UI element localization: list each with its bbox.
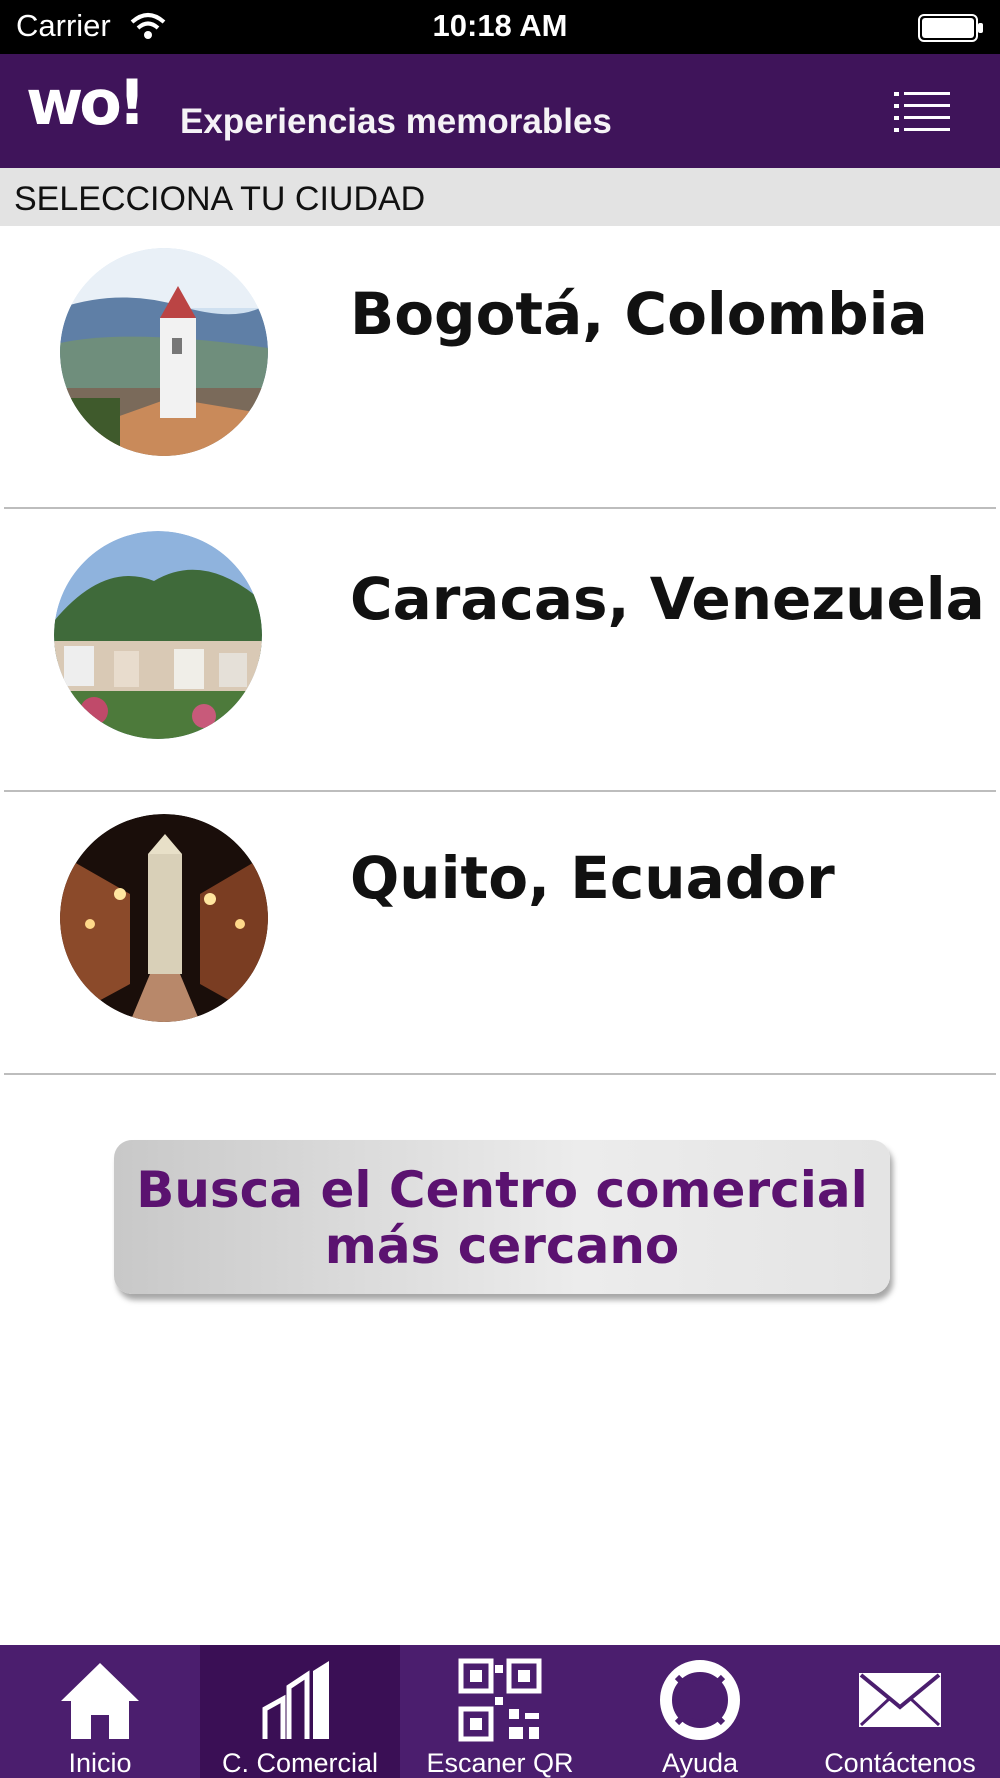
tab-ayuda[interactable]: Ayuda	[600, 1645, 800, 1778]
building-icon	[262, 1661, 329, 1739]
lifebuoy-icon	[660, 1660, 740, 1740]
city-row-bogota[interactable]: Bogotá, Colombia	[0, 226, 1000, 509]
tab-bar: Inicio C. Comercial Escaner QR Ayuda Con…	[0, 1645, 1000, 1778]
tab-label: Inicio	[68, 1748, 132, 1778]
city-row-caracas[interactable]: Caracas, Venezuela	[0, 509, 1000, 792]
city-name: Quito, Ecuador	[350, 844, 835, 912]
quito-night-street-photo	[60, 814, 268, 1022]
section-header: SELECCIONA TU CIUDAD	[0, 168, 1000, 226]
brand-tagline: Experiencias memorables	[180, 102, 612, 141]
tab-escaner-qr[interactable]: Escaner QR	[400, 1645, 600, 1778]
find-button-line2: más cercano	[324, 1217, 680, 1275]
caracas-mountain-photo	[54, 531, 262, 739]
status-bar: Carrier 10:18 AM	[0, 0, 1000, 54]
clock: 10:18 AM	[432, 8, 568, 43]
tab-label: Escaner QR	[426, 1748, 574, 1778]
app-header: wo! Experiencias memorables	[0, 54, 1000, 168]
brand-logo: wo!	[26, 66, 146, 139]
qr-code-icon	[458, 1658, 542, 1742]
tab-inicio[interactable]: Inicio	[0, 1645, 200, 1778]
bogota-church-photo	[60, 248, 268, 456]
tab-label: C. Comercial	[221, 1748, 379, 1778]
envelope-icon	[859, 1673, 941, 1727]
list-menu-icon[interactable]	[880, 78, 956, 142]
tab-label: Contáctenos	[824, 1748, 976, 1778]
city-name: Bogotá, Colombia	[350, 280, 928, 348]
tab-contactenos[interactable]: Contáctenos	[800, 1645, 1000, 1778]
battery-icon	[918, 14, 983, 42]
city-name: Caracas, Venezuela	[350, 565, 985, 633]
row-divider	[4, 1073, 996, 1075]
find-button-line1: Busca el Centro comercial	[136, 1161, 868, 1219]
section-title: SELECCIONA TU CIUDAD	[14, 180, 426, 218]
city-row-quito[interactable]: Quito, Ecuador	[0, 792, 1000, 1075]
home-icon	[61, 1663, 139, 1739]
find-nearest-mall-button[interactable]: Busca el Centro comercial más cercano	[114, 1140, 890, 1294]
tab-label: Ayuda	[661, 1748, 739, 1778]
tab-c-comercial[interactable]: C. Comercial	[200, 1645, 400, 1778]
